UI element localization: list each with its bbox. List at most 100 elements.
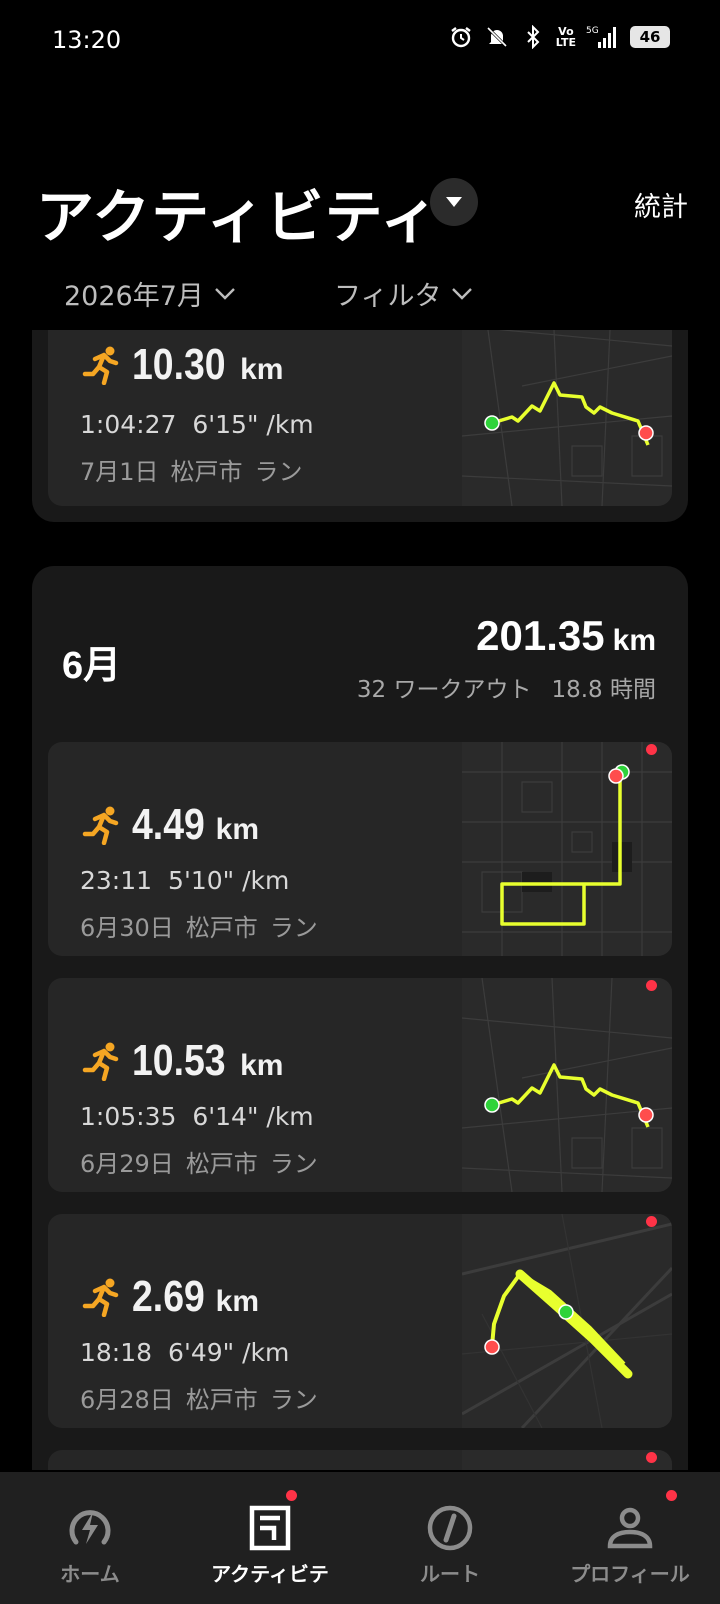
activity-type: ラン — [269, 914, 318, 942]
activity-place: 松戸市 — [170, 458, 243, 486]
status-icons: Vo LTE 5G 46 — [448, 24, 670, 50]
month-selector[interactable]: 2026年7月 — [64, 274, 334, 313]
distance-value: 4.49 — [132, 800, 205, 849]
title-dropdown-button[interactable] — [430, 178, 478, 226]
activity-place: 松戸市 — [185, 914, 258, 942]
activity-distance: 10.53 km — [82, 1036, 283, 1086]
notification-dot — [286, 1490, 297, 1501]
month-total-value: 201.35 — [476, 612, 605, 659]
filter-selector[interactable]: フィルタ — [334, 274, 473, 313]
activity-meta: 7月1日 松戸市 ラン — [80, 452, 303, 487]
bluetooth-icon — [520, 24, 546, 50]
compass-icon — [427, 1505, 473, 1551]
activity-card[interactable]: 4.49 km 23:11 5'10" /km 6月30日 松戸市 ラン — [48, 742, 672, 956]
activity-date: 6月28日 — [80, 1386, 174, 1414]
route-map — [462, 1450, 672, 1470]
activity-date: 6月29日 — [80, 1150, 174, 1178]
activity-card[interactable]: 10.30 km 1:04:27 6'15" /km 7月1日 松戸市 ラン — [48, 330, 672, 506]
run-icon — [82, 1042, 119, 1081]
page-title: アクティビティ — [36, 183, 440, 251]
nav-route-label: ルート — [420, 1562, 480, 1586]
alarm-icon — [448, 24, 474, 50]
distance-unit: km — [215, 1285, 259, 1318]
activity-type: ラン — [269, 1150, 318, 1178]
activity-type: ラン — [269, 1386, 318, 1414]
activity-card[interactable] — [48, 1450, 672, 1470]
unread-dot — [646, 744, 657, 755]
volte-indicator: Vo LTE — [555, 25, 576, 49]
nav-home[interactable]: ホーム — [0, 1472, 180, 1604]
activity-place: 松戸市 — [185, 1150, 258, 1178]
activity-meta: 6月29日 松戸市 ラン — [80, 1144, 318, 1179]
activity-stats: 23:11 5'10" /km — [80, 866, 289, 895]
filter-selector-label: フィルタ — [334, 281, 442, 312]
activity-distance: 2.69 km — [82, 1272, 259, 1322]
stats-button[interactable]: 統計 — [634, 185, 688, 224]
activity-duration: 1:04:27 — [80, 410, 177, 439]
activity-card[interactable]: 10.53 km 1:05:35 6'14" /km 6月29日 松戸市 ラン — [48, 978, 672, 1192]
activity-pace: 6'49" /km — [168, 1338, 290, 1367]
activity-list[interactable]: 10.30 km 1:04:27 6'15" /km 7月1日 松戸市 ラン 6… — [32, 330, 688, 1470]
status-time: 13:20 — [52, 26, 122, 54]
chevron-down-icon — [215, 287, 235, 300]
run-icon — [82, 806, 119, 845]
activity-meta: 6月30日 松戸市 ラン — [80, 908, 318, 943]
activity-pace: 6'15" /km — [192, 410, 314, 439]
unread-dot — [646, 1452, 657, 1463]
notification-dot — [666, 1490, 677, 1501]
month-workouts: 32 ワークアウト — [356, 677, 532, 703]
distance-unit: km — [240, 1049, 284, 1082]
activity-pace: 5'10" /km — [168, 866, 290, 895]
distance-unit: km — [215, 813, 259, 846]
nav-profile-label: プロフィール — [570, 1562, 690, 1586]
route-map — [462, 978, 672, 1192]
activity-place: 松戸市 — [185, 1386, 258, 1414]
route-map — [462, 330, 672, 506]
activity-duration: 18:18 — [80, 1338, 153, 1367]
activity-icon — [249, 1505, 291, 1551]
activity-card[interactable]: 2.69 km 18:18 6'49" /km 6月28日 松戸市 ラン — [48, 1214, 672, 1428]
bottom-nav: ホーム アクティビテ ルート プロフィール — [0, 1472, 720, 1604]
activity-date: 6月30日 — [80, 914, 174, 942]
month-summary: 32 ワークアウト 18.8 時間 — [357, 670, 656, 704]
route-map — [462, 742, 672, 956]
nav-activity-label: アクティビテ — [211, 1562, 329, 1586]
triangle-down-icon — [446, 197, 462, 207]
signal-icon: 5G — [586, 24, 620, 50]
unread-dot — [646, 1216, 657, 1227]
nav-activity[interactable]: アクティビテ — [180, 1472, 360, 1604]
filter-row: 2026年7月 フィルタ — [64, 274, 473, 313]
distance-unit: km — [240, 353, 284, 386]
activity-date: 7月1日 — [80, 458, 159, 486]
chevron-down-icon — [452, 287, 473, 300]
nav-home-label: ホーム — [60, 1562, 120, 1586]
activity-duration: 1:05:35 — [80, 1102, 177, 1131]
battery-indicator: 46 — [630, 26, 670, 48]
person-icon — [607, 1507, 653, 1549]
month-label: 6月 — [62, 645, 122, 687]
month-selector-label: 2026年7月 — [64, 281, 204, 312]
activity-pace: 6'14" /km — [192, 1102, 314, 1131]
activity-type: ラン — [254, 458, 303, 486]
month-hours: 18.8 時間 — [551, 677, 656, 703]
distance-value: 10.30 — [132, 340, 226, 389]
run-icon — [82, 1278, 119, 1317]
june-group: 6月 201.35 km 32 ワークアウト 18.8 時間 4.49 km 23… — [32, 566, 688, 1470]
bolt-icon — [69, 1510, 111, 1545]
mute-bell-icon — [484, 24, 510, 50]
month-total-distance: 201.35 km — [476, 612, 656, 660]
activity-meta: 6月28日 松戸市 ラン — [80, 1380, 318, 1415]
activity-stats: 18:18 6'49" /km — [80, 1338, 289, 1367]
month-total-unit: km — [612, 624, 656, 657]
unread-dot — [646, 980, 657, 991]
activity-stats: 1:04:27 6'15" /km — [80, 410, 314, 439]
route-map — [462, 1214, 672, 1428]
activity-duration: 23:11 — [80, 866, 153, 895]
july-group: 10.30 km 1:04:27 6'15" /km 7月1日 松戸市 ラン — [32, 330, 688, 522]
svg-text:5G: 5G — [586, 26, 599, 36]
run-icon — [82, 346, 119, 385]
nav-route[interactable]: ルート — [360, 1472, 540, 1604]
distance-value: 10.53 — [132, 1036, 226, 1085]
nav-profile[interactable]: プロフィール — [540, 1472, 720, 1604]
activity-stats: 1:05:35 6'14" /km — [80, 1102, 314, 1131]
